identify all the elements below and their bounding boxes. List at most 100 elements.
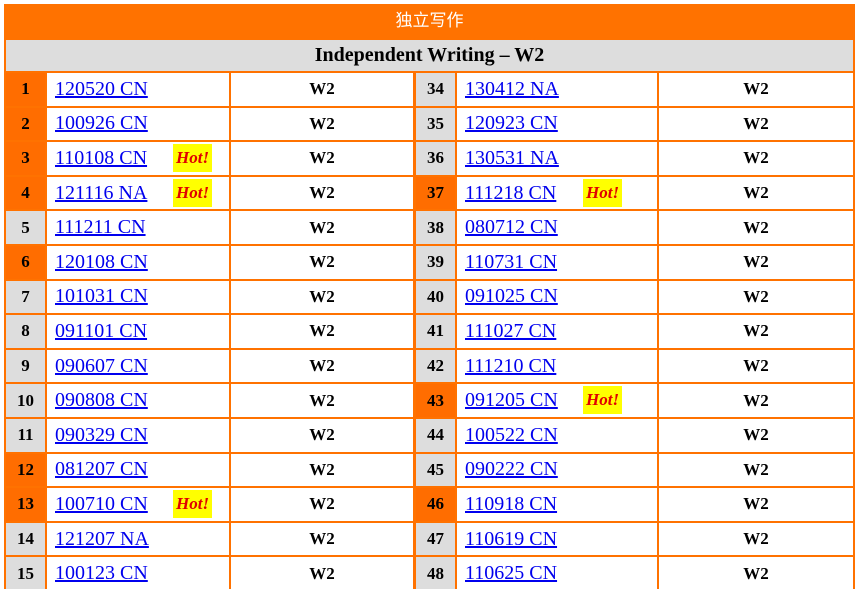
topic-cell: 090607 CN	[47, 349, 229, 383]
topic-grid: 1 120520 CN W2 34 130412 NA W2 2 100926 …	[4, 73, 855, 589]
topic-cell: 100710 CN Hot!	[47, 488, 229, 521]
topic-cell: 111210 CN	[457, 349, 657, 383]
task-type: W2	[231, 245, 413, 279]
row-number: 13	[6, 488, 45, 521]
table-row: 4 121116 NA Hot! W2 37 111218 CN Hot! W2	[4, 176, 855, 212]
topic-link[interactable]: 081207 CN	[55, 458, 148, 481]
task-type: W2	[659, 384, 853, 417]
topic-cell: 121116 NA Hot!	[47, 176, 229, 210]
table-row: 7 101031 CN W2 40 091025 CN W2	[4, 280, 855, 316]
topic-link[interactable]: 110619 CN	[465, 528, 557, 551]
topic-link[interactable]: 100710 CN	[55, 493, 148, 516]
row-number: 36	[416, 142, 455, 175]
table-row: 13 100710 CN Hot! W2 46 110918 CN W2	[4, 488, 855, 523]
topic-link[interactable]: 121116 NA	[55, 182, 147, 205]
topic-cell: 111218 CN Hot!	[457, 176, 657, 210]
writing-table: 独立写作 Independent Writing – W2 1 120520 C…	[4, 4, 855, 589]
row-number: 37	[416, 176, 455, 210]
row-number: 8	[6, 315, 45, 348]
topic-link[interactable]: 111210 CN	[465, 355, 556, 378]
topic-link[interactable]: 130531 NA	[465, 147, 559, 170]
task-type: W2	[231, 73, 413, 106]
task-type: W2	[659, 245, 853, 279]
task-type: W2	[231, 349, 413, 383]
task-type: W2	[659, 453, 853, 487]
topic-link[interactable]: 090222 CN	[465, 458, 558, 481]
topic-link[interactable]: 090329 CN	[55, 424, 148, 447]
row-number: 48	[416, 557, 455, 589]
table-row: 11 090329 CN W2 44 100522 CN W2	[4, 418, 855, 454]
task-type: W2	[659, 176, 853, 210]
table-row: 9 090607 CN W2 42 111210 CN W2	[4, 349, 855, 385]
row-number: 34	[416, 73, 455, 106]
topic-cell: 110918 CN	[457, 488, 657, 521]
topic-link[interactable]: 111027 CN	[465, 320, 556, 343]
topic-cell: 100522 CN	[457, 418, 657, 452]
row-number: 45	[416, 453, 455, 487]
topic-cell: 110619 CN	[457, 522, 657, 556]
task-type: W2	[659, 73, 853, 106]
topic-cell: 101031 CN	[47, 280, 229, 314]
topic-link[interactable]: 101031 CN	[55, 285, 148, 308]
row-number: 35	[416, 107, 455, 141]
task-type: W2	[231, 418, 413, 452]
topic-link[interactable]: 091101 CN	[55, 320, 147, 343]
task-type: W2	[659, 280, 853, 314]
topic-link[interactable]: 121207 NA	[55, 528, 149, 551]
table-row: 1 120520 CN W2 34 130412 NA W2	[4, 73, 855, 108]
topic-cell: 120520 CN	[47, 73, 229, 106]
topic-link[interactable]: 090607 CN	[55, 355, 148, 378]
topic-link[interactable]: 120520 CN	[55, 78, 148, 101]
topic-cell: 120923 CN	[457, 107, 657, 141]
row-number: 46	[416, 488, 455, 521]
topic-link[interactable]: 120108 CN	[55, 251, 148, 274]
row-number: 40	[416, 280, 455, 314]
table-row: 14 121207 NA W2 47 110619 CN W2	[4, 522, 855, 558]
topic-link[interactable]: 111218 CN	[465, 182, 556, 205]
row-number: 7	[6, 280, 45, 314]
topic-link[interactable]: 111211 CN	[55, 216, 146, 239]
topic-cell: 081207 CN	[47, 453, 229, 487]
topic-link[interactable]: 110731 CN	[465, 251, 557, 274]
table-row: 10 090808 CN W2 43 091205 CN Hot! W2	[4, 384, 855, 419]
table-row: 5 111211 CN W2 38 080712 CN W2	[4, 211, 855, 246]
topic-cell: 091101 CN	[47, 315, 229, 348]
task-type: W2	[659, 315, 853, 348]
hot-badge: Hot!	[173, 490, 213, 519]
row-number: 12	[6, 453, 45, 487]
topic-cell: 110625 CN	[457, 557, 657, 589]
topic-cell: 090808 CN	[47, 384, 229, 417]
topic-link[interactable]: 100926 CN	[55, 112, 148, 135]
row-number: 38	[416, 211, 455, 244]
task-type: W2	[659, 142, 853, 175]
row-number: 39	[416, 245, 455, 279]
topic-link[interactable]: 090808 CN	[55, 389, 148, 412]
row-number: 41	[416, 315, 455, 348]
hot-badge: Hot!	[173, 178, 213, 207]
row-number: 44	[416, 418, 455, 452]
row-number: 3	[6, 142, 45, 175]
task-type: W2	[659, 522, 853, 556]
topic-cell: 080712 CN	[457, 211, 657, 244]
page-title: 独立写作	[395, 11, 464, 31]
topic-link[interactable]: 080712 CN	[465, 216, 558, 239]
topic-link[interactable]: 100522 CN	[465, 424, 558, 447]
task-type: W2	[659, 107, 853, 141]
table-row: 8 091101 CN W2 41 111027 CN W2	[4, 315, 855, 350]
topic-link[interactable]: 091025 CN	[465, 285, 558, 308]
task-type: W2	[659, 211, 853, 244]
task-type: W2	[231, 453, 413, 487]
row-number: 10	[6, 384, 45, 417]
task-type: W2	[231, 142, 413, 175]
topic-link[interactable]: 110108 CN	[55, 147, 147, 170]
table-row: 2 100926 CN W2 35 120923 CN W2	[4, 107, 855, 143]
topic-link[interactable]: 110625 CN	[465, 562, 557, 585]
task-type: W2	[659, 488, 853, 521]
topic-link[interactable]: 100123 CN	[55, 562, 148, 585]
topic-link[interactable]: 130412 NA	[465, 78, 559, 101]
task-type: W2	[231, 315, 413, 348]
topic-link[interactable]: 110918 CN	[465, 493, 557, 516]
row-number: 47	[416, 522, 455, 556]
topic-link[interactable]: 091205 CN	[465, 389, 558, 412]
topic-link[interactable]: 120923 CN	[465, 112, 558, 135]
